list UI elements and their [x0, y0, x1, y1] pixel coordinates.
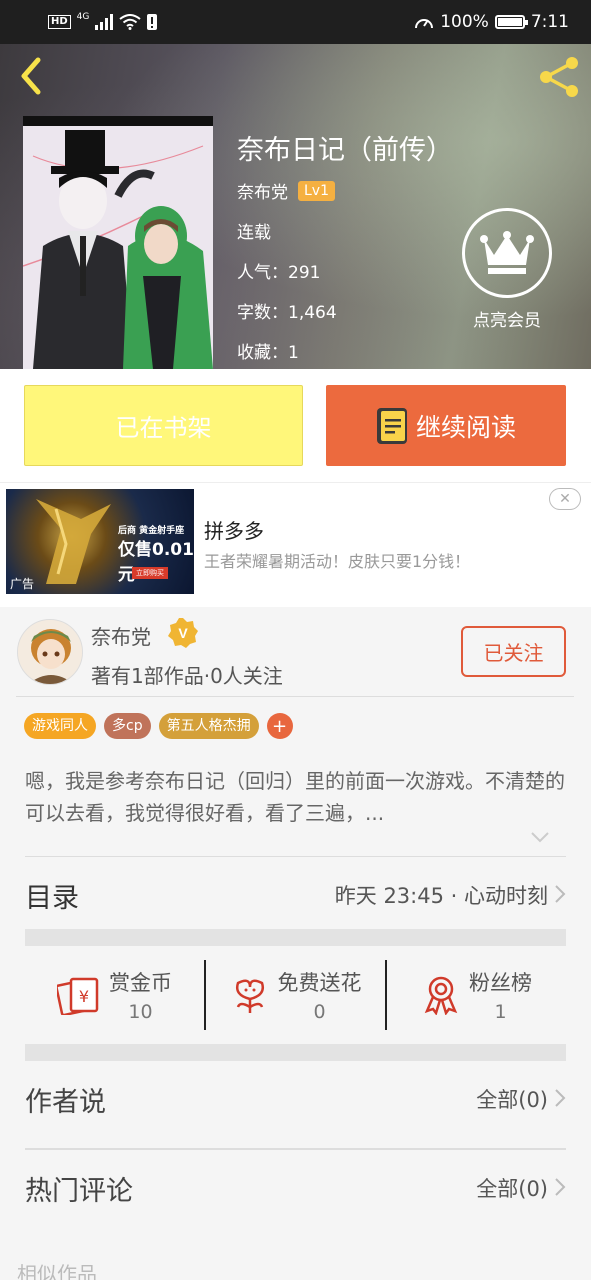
- verified-badge-icon: V: [168, 618, 198, 648]
- reward-coin-stat[interactable]: ¥ 赏金币 10: [25, 960, 204, 1030]
- book-cover[interactable]: [23, 116, 213, 369]
- tag-game-fanfic[interactable]: 游戏同人: [24, 713, 96, 739]
- battery-icon: [494, 15, 528, 29]
- hd-indicator: HD: [48, 15, 71, 29]
- author-says-row[interactable]: 作者说 全部(0): [25, 1068, 566, 1128]
- signal-icon: [95, 14, 114, 30]
- avatar[interactable]: [17, 619, 83, 685]
- hot-comments-row[interactable]: 热门评论 全部(0): [25, 1157, 566, 1217]
- stat-label: 粉丝榜: [469, 971, 532, 995]
- toc-title: 目录: [25, 883, 79, 914]
- battery-percent: 100%: [440, 12, 489, 32]
- ad-close-button[interactable]: ✕: [549, 488, 581, 510]
- author-name[interactable]: 奈布党: [91, 621, 151, 650]
- vip-label: 点亮会员: [473, 311, 541, 331]
- divider: [16, 696, 574, 697]
- chevron-right-icon: [555, 1178, 566, 1196]
- book-icon: [376, 407, 407, 444]
- toc-latest-chapter: 昨天 23:45 · 心动时刻: [334, 884, 548, 908]
- avatar-illustration: [18, 620, 82, 684]
- section-separator: [25, 929, 566, 946]
- ad-title: 拼多多: [204, 519, 264, 543]
- chevron-right-icon: [555, 885, 566, 903]
- ad-image[interactable]: 后商 黄金射手座 仅售0.01元 立即购买 广告: [6, 489, 194, 594]
- divider: [25, 856, 566, 857]
- crown-icon: [480, 231, 534, 274]
- book-title: 奈布日记（前传）: [237, 135, 453, 166]
- free-flower-stat[interactable]: 免费送花 0: [204, 960, 385, 1030]
- stat-label: 赏金币: [109, 971, 172, 995]
- stat-value: 10: [128, 1001, 153, 1023]
- flower-icon: [235, 979, 264, 1013]
- book-favorites: 收藏：1: [237, 343, 299, 363]
- medal-icon: [424, 976, 458, 1015]
- chevron-down-icon[interactable]: [530, 830, 550, 844]
- wifi-icon: [119, 14, 141, 30]
- ad-description: 王者荣耀暑期活动！皮肤只要1分钱！: [204, 552, 471, 571]
- section-separator: [25, 1044, 566, 1061]
- level-badge: Lv1: [298, 180, 335, 201]
- book-popularity: 人气：291: [237, 263, 321, 283]
- continue-reading-label: 继续阅读: [415, 412, 516, 442]
- vip-button[interactable]: 点亮会员: [462, 208, 552, 331]
- book-author[interactable]: 奈布党: [237, 178, 288, 203]
- book-status: 连载: [237, 223, 271, 243]
- hot-comments-title: 热门评论: [25, 1176, 133, 1207]
- book-header: 奈布日记（前传） 奈布党 Lv1 连载 人气：291 字数：1,464 收藏：1…: [0, 44, 591, 369]
- tag-identity-v[interactable]: 第五人格杰拥: [158, 713, 259, 739]
- stat-value: 0: [313, 1001, 326, 1023]
- clock: 7:11: [530, 12, 569, 32]
- svg-text:V: V: [178, 625, 188, 641]
- speed-icon: [415, 19, 434, 29]
- share-icon[interactable]: [537, 54, 583, 100]
- ad-image-button: 立即购买: [132, 567, 168, 579]
- status-bar: HD 4G 100% 7:11: [0, 0, 591, 44]
- author-section: 奈布党 V 著有1部作品·0人关注 已关注: [0, 607, 591, 697]
- stats-row: ¥ 赏金币 10 免费送花 0 粉丝榜 1: [25, 960, 566, 1030]
- cover-illustration: [23, 126, 213, 369]
- network-type: 4G: [76, 12, 90, 22]
- follow-button[interactable]: 已关注: [461, 626, 566, 677]
- book-word-count: 字数：1,464: [237, 303, 337, 323]
- on-shelf-button[interactable]: 已在书架: [24, 385, 303, 466]
- book-description: 嗯，我是参考奈布日记（回归）里的前面一次游戏。不清楚的可以去看，我觉得很好看，看…: [25, 769, 565, 825]
- author-stats: 著有1部作品·0人关注: [91, 664, 283, 688]
- fan-ranking-stat[interactable]: 粉丝榜 1: [385, 960, 566, 1030]
- chevron-right-icon: [555, 1089, 566, 1107]
- continue-reading-button[interactable]: 继续阅读: [326, 385, 566, 466]
- similar-works-title: 相似作品: [17, 1262, 97, 1280]
- reward-coin-icon: ¥: [57, 977, 99, 1015]
- tag-multi-cp[interactable]: 多cp: [104, 713, 151, 739]
- ad-banner[interactable]: 后商 黄金射手座 仅售0.01元 立即购买 广告 拼多多 王者荣耀暑期活动！皮肤…: [0, 482, 591, 607]
- alert-icon: [147, 14, 158, 30]
- svg-text:¥: ¥: [79, 987, 89, 1006]
- stat-value: 1: [494, 1001, 507, 1023]
- hot-comments-all[interactable]: 全部(0): [476, 1173, 548, 1203]
- add-tag-button[interactable]: +: [266, 713, 293, 739]
- tag-list: 游戏同人 多cp 第五人格杰拥 +: [24, 713, 293, 739]
- author-says-title: 作者说: [25, 1087, 106, 1118]
- table-of-contents-row[interactable]: 目录 昨天 23:45 · 心动时刻: [25, 860, 566, 928]
- back-arrow-icon[interactable]: [14, 56, 50, 96]
- stat-label: 免费送花: [277, 971, 362, 995]
- ad-tag: 广告: [10, 577, 35, 591]
- divider: [25, 1148, 566, 1150]
- author-says-all[interactable]: 全部(0): [476, 1084, 548, 1114]
- action-row: 已在书架 继续阅读: [0, 369, 591, 482]
